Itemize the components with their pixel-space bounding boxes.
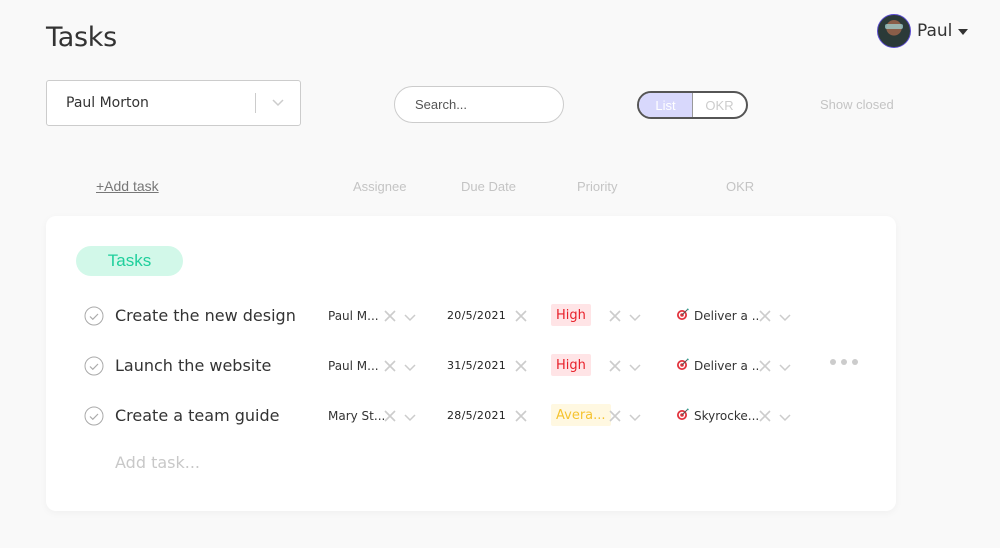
task-assignee[interactable]: Paul M... [328, 309, 379, 323]
okr-chevron-down-icon[interactable] [778, 359, 792, 372]
task-title[interactable]: Launch the website [115, 356, 271, 375]
task-row: Create a team guide Mary St... 28/5/2021… [46, 401, 896, 431]
task-title[interactable]: Create the new design [115, 306, 296, 325]
okr-chevron-down-icon[interactable] [778, 309, 792, 322]
task-due-date[interactable]: 20/5/2021 [447, 309, 506, 322]
priority-badge[interactable]: Avera... [551, 404, 611, 426]
complete-task-checkbox[interactable] [84, 306, 104, 326]
clear-assignee-icon[interactable] [383, 308, 397, 322]
chevron-down-icon[interactable] [256, 99, 300, 107]
okr-label: Deliver a .. [694, 358, 760, 373]
priority-chevron-down-icon[interactable] [628, 409, 642, 422]
clear-okr-icon[interactable] [758, 358, 772, 372]
task-okr[interactable]: Skyrocke... [676, 408, 759, 423]
column-header-okr[interactable]: OKR [726, 179, 754, 194]
task-title[interactable]: Create a team guide [115, 406, 279, 425]
target-icon [676, 408, 690, 423]
search-input[interactable] [394, 86, 564, 123]
okr-chevron-down-icon[interactable] [778, 409, 792, 422]
show-closed-toggle[interactable]: Show closed [820, 97, 894, 112]
okr-label: Deliver a .. [694, 308, 760, 323]
clear-assignee-icon[interactable] [383, 408, 397, 422]
task-due-date[interactable]: 28/5/2021 [447, 409, 506, 422]
assignee-filter-select[interactable]: Paul Morton [46, 80, 301, 126]
task-row: Launch the website Paul M... 31/5/2021 H… [46, 351, 896, 381]
view-option-okr[interactable]: OKR [693, 93, 746, 117]
column-header-priority[interactable]: Priority [577, 179, 617, 194]
clear-due-date-icon[interactable] [514, 308, 528, 322]
clear-assignee-icon[interactable] [383, 358, 397, 372]
view-toggle[interactable]: List OKR [637, 91, 748, 119]
task-okr[interactable]: Deliver a .. [676, 308, 759, 323]
clear-okr-icon[interactable] [758, 308, 772, 322]
column-header-assignee[interactable]: Assignee [353, 179, 406, 194]
page-title: Tasks [46, 22, 117, 53]
add-task-link[interactable]: +Add task [96, 178, 159, 194]
clear-priority-icon[interactable] [608, 358, 622, 372]
okr-label: Skyrocke... [694, 408, 760, 423]
user-avatar[interactable] [877, 14, 911, 48]
priority-chevron-down-icon[interactable] [628, 309, 642, 322]
caret-down-icon[interactable] [958, 29, 969, 35]
clear-priority-icon[interactable] [608, 308, 622, 322]
task-okr[interactable]: Deliver a .. [676, 358, 759, 373]
clear-okr-icon[interactable] [758, 408, 772, 422]
assignee-chevron-down-icon[interactable] [403, 309, 417, 322]
priority-badge[interactable]: High [551, 304, 591, 326]
user-menu[interactable]: Paul [877, 14, 969, 48]
priority-chevron-down-icon[interactable] [628, 359, 642, 372]
complete-task-checkbox[interactable] [84, 356, 104, 376]
assignee-filter-value: Paul Morton [66, 95, 149, 111]
clear-due-date-icon[interactable] [514, 408, 528, 422]
target-icon [676, 308, 690, 323]
clear-priority-icon[interactable] [608, 408, 622, 422]
column-header-due-date[interactable]: Due Date [461, 179, 516, 194]
group-label[interactable]: Tasks [76, 246, 183, 276]
target-icon [676, 358, 690, 373]
task-due-date[interactable]: 31/5/2021 [447, 359, 506, 372]
task-group-card: Tasks Create the new design Paul M... 20… [46, 216, 896, 511]
priority-badge[interactable]: High [551, 354, 591, 376]
user-name[interactable]: Paul [917, 21, 952, 41]
view-option-list[interactable]: List [639, 93, 693, 117]
assignee-chevron-down-icon[interactable] [403, 359, 417, 372]
clear-due-date-icon[interactable] [514, 358, 528, 372]
task-assignee[interactable]: Paul M... [328, 359, 379, 373]
task-row: Create the new design Paul M... 20/5/202… [46, 301, 896, 331]
complete-task-checkbox[interactable] [84, 406, 104, 426]
more-options-icon[interactable] [830, 359, 858, 365]
task-assignee[interactable]: Mary St... [328, 409, 385, 423]
add-task-input[interactable] [115, 453, 415, 472]
assignee-chevron-down-icon[interactable] [403, 409, 417, 422]
